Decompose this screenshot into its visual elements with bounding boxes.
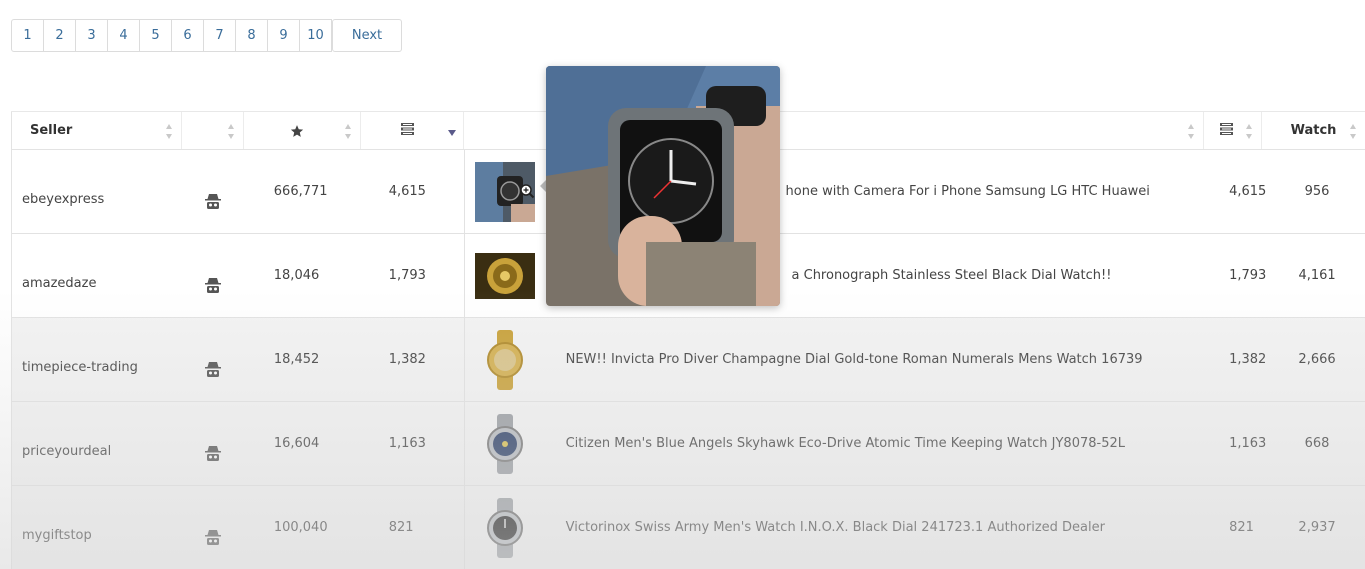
sold-count: 1,793 (388, 268, 426, 283)
seller-name[interactable]: amazedaze (12, 234, 182, 317)
sort-icon (1188, 124, 1195, 139)
page-2-button[interactable]: 2 (43, 19, 76, 52)
sold-count: 4,615 (388, 184, 426, 199)
sold-count: 1,382 (388, 352, 426, 367)
sort-icon (1350, 124, 1357, 139)
spy-column-header[interactable] (181, 112, 243, 149)
feedback-count: 666,771 (273, 184, 328, 199)
page-3-button[interactable]: 3 (75, 19, 108, 52)
product-thumbnail[interactable] (463, 486, 546, 569)
spy-icon[interactable] (182, 150, 244, 233)
product-thumbnail[interactable] (463, 318, 546, 401)
page-4-button[interactable]: 4 (107, 19, 140, 52)
feedback-count: 16,604 (273, 436, 320, 451)
watch-count: 4,161 (1298, 268, 1336, 283)
feedback-count: 18,452 (273, 352, 320, 367)
sort-icon (345, 124, 352, 139)
product-title[interactable]: Victorinox Swiss Army Men's Watch I.N.O.… (546, 486, 1203, 569)
sold-total: 1,163 (1229, 436, 1267, 451)
page-6-button[interactable]: 6 (171, 19, 204, 52)
sort-icon (228, 124, 235, 139)
sort-icon (1246, 124, 1253, 139)
table-row: mygiftstop 100,040 821 Victorinox Swiss … (11, 486, 1365, 569)
list-icon (1220, 122, 1233, 135)
page-10-button[interactable]: 10 (299, 19, 332, 52)
watch-column-header[interactable]: Watch (1261, 112, 1365, 149)
sold-count: 1,163 (388, 436, 426, 451)
table-row: timepiece-trading 18,452 1,382 NEW!! Inv… (11, 318, 1365, 402)
watch-count: 668 (1304, 436, 1330, 451)
watch-count: 2,666 (1298, 352, 1336, 367)
sold-total: 4,615 (1229, 184, 1267, 199)
seller-column-header[interactable]: Seller (11, 112, 181, 149)
watch-count: 956 (1304, 184, 1330, 199)
page-7-button[interactable]: 7 (203, 19, 236, 52)
page-5-button[interactable]: 5 (139, 19, 172, 52)
star-icon (290, 124, 304, 137)
page-8-button[interactable]: 8 (235, 19, 268, 52)
product-title[interactable]: Citizen Men's Blue Angels Skyhawk Eco-Dr… (546, 402, 1203, 485)
image-zoom-preview (546, 66, 780, 306)
sold-column-header[interactable] (360, 112, 463, 149)
seller-name[interactable]: timepiece-trading (12, 318, 182, 401)
list-icon (400, 122, 414, 135)
product-thumbnail[interactable] (463, 402, 546, 485)
watch-count: 2,937 (1298, 520, 1336, 535)
seller-name[interactable]: ebeyexpress (12, 150, 182, 233)
sold-total: 821 (1229, 520, 1254, 535)
spy-icon[interactable] (182, 402, 244, 485)
product-title[interactable]: NEW!! Invicta Pro Diver Champagne Dial G… (546, 318, 1203, 401)
sort-icon (166, 124, 173, 139)
next-page-button[interactable]: Next (332, 19, 402, 52)
feedback-count: 18,046 (273, 268, 320, 283)
page-9-button[interactable]: 9 (267, 19, 300, 52)
feedback-count: 100,040 (273, 520, 328, 535)
sold-total: 1,382 (1229, 352, 1267, 367)
seller-header-label: Seller (30, 123, 73, 138)
seller-name[interactable]: mygiftstop (12, 486, 182, 569)
sold-count: 821 (388, 520, 414, 535)
sort-desc-icon (448, 130, 456, 136)
zoom-in-icon (520, 184, 535, 199)
table-row: priceyourdeal 16,604 1,163 Citizen Men's… (11, 402, 1365, 486)
spy-icon[interactable] (182, 486, 244, 569)
watch-header-label: Watch (1290, 123, 1337, 138)
pagination: 1 2 3 4 5 6 7 8 9 10 Next (11, 19, 402, 52)
sold-total: 1,793 (1229, 268, 1267, 283)
page-1-button[interactable]: 1 (11, 19, 44, 52)
product-thumbnail[interactable] (463, 234, 546, 317)
seller-name[interactable]: priceyourdeal (12, 402, 182, 485)
sold-total-column-header[interactable] (1203, 112, 1261, 149)
feedback-column-header[interactable] (243, 112, 360, 149)
spy-icon[interactable] (182, 318, 244, 401)
spy-icon[interactable] (182, 234, 244, 317)
